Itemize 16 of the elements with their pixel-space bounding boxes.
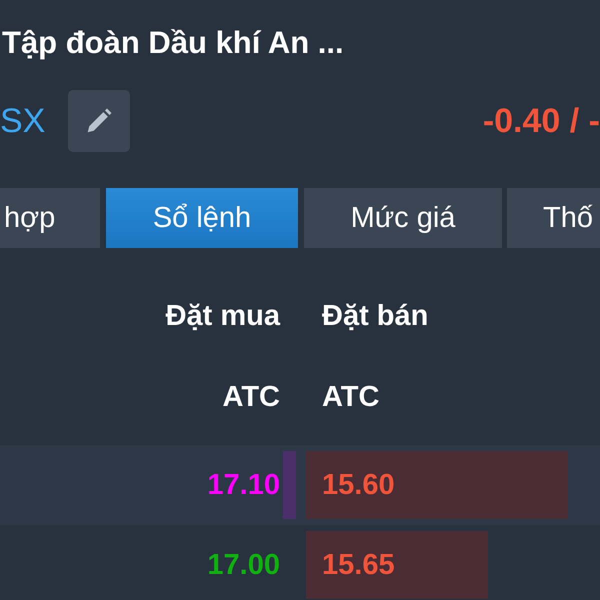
- tab[interactable]: Sổ lệnh: [106, 188, 298, 248]
- company-title: Tập đoàn Dầu khí An ...: [1, 24, 345, 62]
- price-change: -0.40 / -: [482, 102, 600, 140]
- ask-price: 15.60: [322, 468, 395, 502]
- stock-symbol: SX: [0, 102, 46, 140]
- column-header: Đặt bán: [322, 300, 428, 332]
- ask-price: ATC: [322, 381, 380, 414]
- tab[interactable]: Thố: [507, 188, 600, 248]
- column-header: Đặt mua: [166, 300, 280, 332]
- tab[interactable]: hợp: [0, 188, 100, 248]
- bid-price: 17.00: [207, 548, 280, 582]
- tab[interactable]: Mức giá: [304, 188, 502, 248]
- ask-price: 15.65: [322, 548, 395, 582]
- bid-price: 17.10: [207, 468, 280, 502]
- edit-button[interactable]: [68, 90, 130, 152]
- bid-price: ATC: [222, 381, 280, 414]
